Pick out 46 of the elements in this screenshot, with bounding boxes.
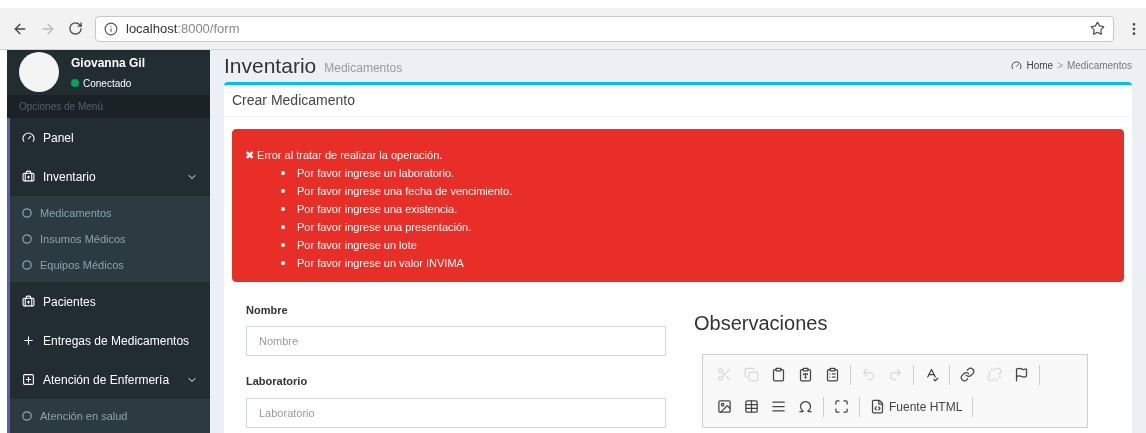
card-title: Crear Medicamento [232,90,355,110]
observations-title: Observaciones [694,310,829,336]
plus-square-icon [22,373,35,386]
source-button[interactable]: Fuente HTML [864,394,969,419]
url-text: localhost:8000/form [126,19,241,38]
medkit-icon [22,295,35,308]
alert-item: Por favor ingrese un lote [281,235,1111,254]
sidebar-item[interactable]: Panel [10,118,210,157]
menu-header: Opciones de Menú [19,99,103,114]
gauge-icon [22,131,35,144]
text-field[interactable]: Nombre [246,326,666,356]
sidebar-item[interactable]: Inventario [10,157,210,196]
alert-item: Por favor ingrese una fecha de vencimiento. [281,181,1111,200]
field-label: Nombre [246,302,289,318]
page-subtitle: Medicamentos [324,59,404,77]
submenu-item[interactable]: Insumos Médicos [10,226,210,252]
alert-item: Por favor ingrese una existencia. [281,199,1111,218]
sidebar-item[interactable]: Entregas de Medicamentos [10,321,210,360]
address-bar[interactable]: localhost:8000/form [95,15,1114,42]
sidebar-item[interactable]: Pacientes [10,282,210,321]
info-icon[interactable] [104,21,118,36]
avatar [19,52,59,93]
alert-item: Por favor ingrese una presentación. [281,217,1111,236]
field-label: Laboratorio [246,374,309,389]
page-title: Inventario [224,53,317,79]
star-icon[interactable] [1090,21,1105,36]
medkit-icon [22,170,35,183]
reload-icon[interactable] [68,21,83,36]
sidebar-item[interactable]: Atención de Enfermería [10,360,210,399]
user-status: Conectado [83,76,132,91]
breadcrumb-separator: > [1057,59,1063,74]
breadcrumb-link[interactable]: Home [1026,58,1054,74]
gauge-icon [1011,60,1023,72]
circle-icon [22,208,32,218]
submenu-item[interactable]: Equipos Médicos [10,252,210,278]
alert-item: Por favor ingrese un valor INVIMA [281,253,1111,272]
user-name: Giovanna Gil [71,54,145,72]
plus-icon [22,334,35,347]
breadcrumb-current: Medicamentos [1066,59,1132,74]
circle-icon [22,411,32,421]
alert-title: ✖ Error al tratar de realizar la operación. [245,147,444,163]
text-field[interactable]: Laboratorio [246,397,666,428]
circle-icon [22,260,32,270]
submenu-item[interactable]: Medicamentos [10,200,210,226]
alert-item: Por favor ingrese un laboratorio. [281,163,1111,182]
circle-icon [22,234,32,244]
